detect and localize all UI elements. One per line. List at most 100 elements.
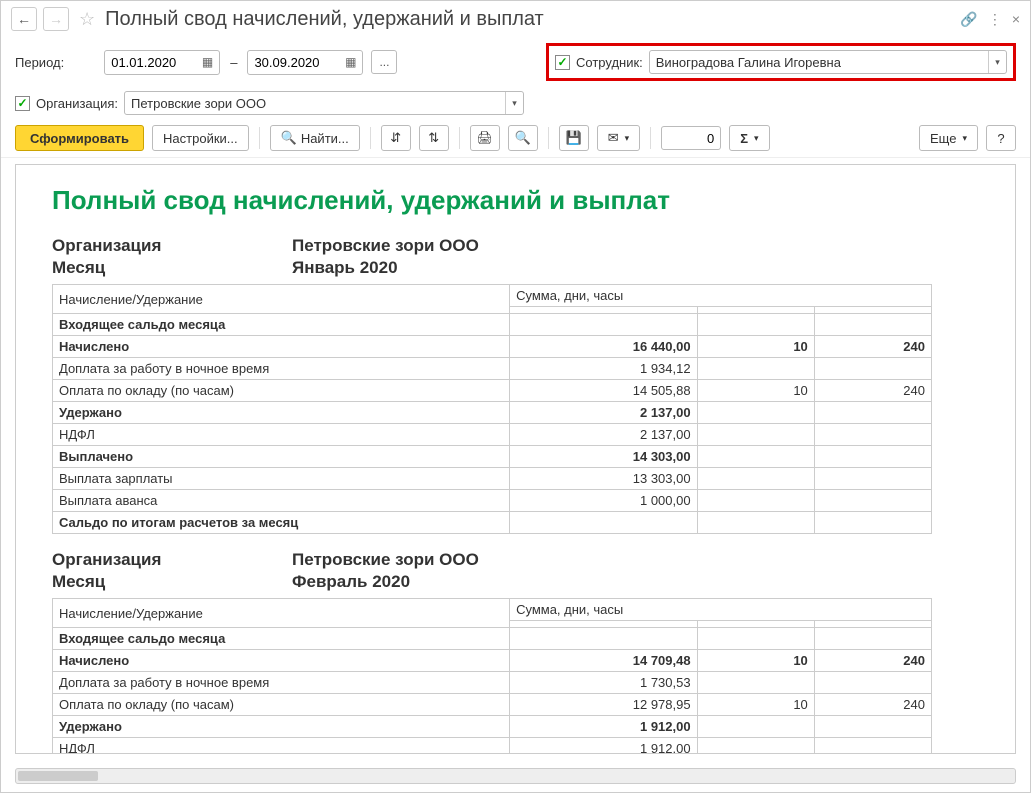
row-hours xyxy=(814,314,931,336)
employee-filter: ✓ Сотрудник: Виноградова Галина Игоревна… xyxy=(546,43,1016,81)
more-button[interactable]: Еще ▾ xyxy=(919,125,978,151)
period-label: Период: xyxy=(15,55,64,70)
row-hours xyxy=(814,358,931,380)
row-name: Доплата за работу в ночное время xyxy=(53,358,510,380)
row-days xyxy=(697,738,814,755)
row-name: Начислено xyxy=(53,336,510,358)
row-hours: 240 xyxy=(814,336,931,358)
employee-dropdown[interactable]: Виноградова Галина Игоревна ▾ xyxy=(649,50,1007,74)
column-header-name: Начисление/Удержание xyxy=(53,599,510,628)
table-row: Выплачено14 303,00 xyxy=(53,446,932,468)
table-row: Входящее сальдо месяца xyxy=(53,628,932,650)
find-button[interactable]: 🔍 Найти... xyxy=(270,125,360,151)
row-name: Выплата аванса xyxy=(53,490,510,512)
row-hours xyxy=(814,424,931,446)
calendar-icon[interactable]: ▦ xyxy=(343,55,358,69)
row-name: Сальдо по итогам расчетов за месяц xyxy=(53,512,510,534)
row-sum xyxy=(510,628,698,650)
table-row: Доплата за работу в ночное время1 730,53 xyxy=(53,672,932,694)
table-row: Начислено14 709,4810240 xyxy=(53,650,932,672)
row-sum xyxy=(510,314,698,336)
window-title: Полный свод начислений, удержаний и выпл… xyxy=(105,8,954,31)
calendar-icon[interactable]: ▦ xyxy=(200,55,215,69)
row-hours xyxy=(814,490,931,512)
help-button[interactable]: ? xyxy=(986,125,1016,151)
row-sum: 14 709,48 xyxy=(510,650,698,672)
save-button[interactable]: 💾 xyxy=(559,125,589,151)
chevron-down-icon[interactable]: ▾ xyxy=(988,51,1006,73)
row-name: Удержано xyxy=(53,716,510,738)
generate-button[interactable]: Сформировать xyxy=(15,125,144,151)
row-days: 10 xyxy=(697,694,814,716)
table-row: Оплата по окладу (по часам)14 505,881024… xyxy=(53,380,932,402)
menu-icon[interactable]: ⋮ xyxy=(988,11,1002,28)
column-header-sum: Сумма, дни, часы xyxy=(510,599,932,621)
row-name: Входящее сальдо месяца xyxy=(53,628,510,650)
email-button[interactable]: ✉ ▾ xyxy=(597,125,640,151)
row-hours: 240 xyxy=(814,380,931,402)
row-sum: 14 505,88 xyxy=(510,380,698,402)
forward-button[interactable]: → xyxy=(43,7,69,31)
row-days xyxy=(697,402,814,424)
row-hours xyxy=(814,468,931,490)
period-picker-button[interactable]: ... xyxy=(371,50,397,74)
expand-button[interactable]: ⇵ xyxy=(381,125,411,151)
row-sum: 1 934,12 xyxy=(510,358,698,380)
close-icon[interactable]: × xyxy=(1012,11,1020,27)
report-viewport[interactable]: Полный свод начислений, удержаний и выпл… xyxy=(15,164,1016,754)
employee-label: Сотрудник: xyxy=(576,55,643,70)
chevron-down-icon[interactable]: ▾ xyxy=(505,92,523,114)
print-button[interactable]: 🖨 xyxy=(470,125,500,151)
sum-button[interactable]: Σ ▾ xyxy=(729,125,769,151)
month-header-value: Январь 2020 xyxy=(292,258,398,278)
row-name: Выплачено xyxy=(53,446,510,468)
row-hours xyxy=(814,446,931,468)
table-row: Оплата по окладу (по часам)12 978,951024… xyxy=(53,694,932,716)
row-hours xyxy=(814,716,931,738)
month-header-value: Февраль 2020 xyxy=(292,572,410,592)
row-sum: 2 137,00 xyxy=(510,402,698,424)
link-icon[interactable]: 🔗 xyxy=(960,11,977,28)
row-sum: 13 303,00 xyxy=(510,468,698,490)
org-checkbox[interactable]: ✓ xyxy=(15,96,30,111)
row-sum: 1 912,00 xyxy=(510,716,698,738)
date-to-input[interactable] xyxy=(252,53,332,72)
row-sum: 16 440,00 xyxy=(510,336,698,358)
row-hours xyxy=(814,512,931,534)
table-row: Удержано1 912,00 xyxy=(53,716,932,738)
back-button[interactable]: ← xyxy=(11,7,37,31)
row-hours: 240 xyxy=(814,650,931,672)
report-title: Полный свод начислений, удержаний и выпл… xyxy=(52,185,997,216)
collapse-button[interactable]: ⇅ xyxy=(419,125,449,151)
row-sum: 1 000,00 xyxy=(510,490,698,512)
table-row: НДФЛ1 912,00 xyxy=(53,738,932,755)
chevron-down-icon: ▾ xyxy=(962,133,967,144)
preview-button[interactable]: 🔍 xyxy=(508,125,538,151)
date-from-input[interactable] xyxy=(109,53,189,72)
row-days: 10 xyxy=(697,336,814,358)
date-from-field[interactable]: ▦ xyxy=(104,50,220,75)
row-name: НДФЛ xyxy=(53,738,510,755)
favorite-icon[interactable]: ☆ xyxy=(79,9,95,30)
row-days: 10 xyxy=(697,650,814,672)
settings-button[interactable]: Настройки... xyxy=(152,125,249,151)
row-name: Начислено xyxy=(53,650,510,672)
horizontal-scrollbar[interactable] xyxy=(15,768,1016,784)
employee-value: Виноградова Галина Игоревна xyxy=(650,53,988,72)
date-to-field[interactable]: ▦ xyxy=(247,50,363,75)
month-header-label: Месяц xyxy=(52,572,292,592)
table-row: Сальдо по итогам расчетов за месяц xyxy=(53,512,932,534)
row-name: Оплата по окладу (по часам) xyxy=(53,694,510,716)
column-header-name: Начисление/Удержание xyxy=(53,285,510,314)
row-days xyxy=(697,490,814,512)
row-days xyxy=(697,358,814,380)
org-dropdown[interactable]: Петровские зори ООО ▾ xyxy=(124,91,524,115)
row-name: Удержано xyxy=(53,402,510,424)
number-input[interactable] xyxy=(661,126,721,150)
row-days xyxy=(697,512,814,534)
row-sum: 14 303,00 xyxy=(510,446,698,468)
row-hours xyxy=(814,738,931,755)
org-header-value: Петровские зори ООО xyxy=(292,236,479,256)
row-name: Выплата зарплаты xyxy=(53,468,510,490)
employee-checkbox[interactable]: ✓ xyxy=(555,55,570,70)
